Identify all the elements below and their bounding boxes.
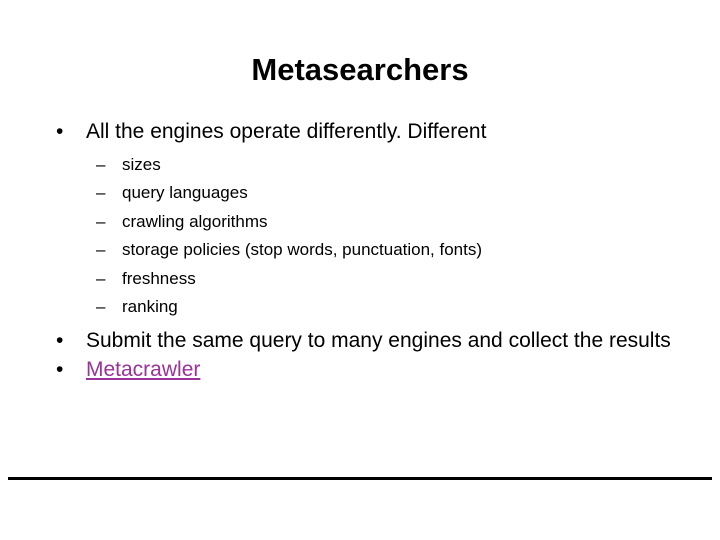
bullet-item: • Metacrawler xyxy=(0,356,720,385)
dash-icon: – xyxy=(96,211,106,231)
sub-bullet-text: freshness xyxy=(122,268,196,288)
sub-bullet-text: query languages xyxy=(122,183,248,203)
dash-icon: – xyxy=(96,183,106,203)
metacrawler-link[interactable]: Metacrawler xyxy=(86,358,200,381)
sub-bullet-text: ranking xyxy=(122,297,178,317)
sub-bullet-list: – sizes – query languages – crawling alg… xyxy=(0,151,720,323)
bullet-text: Metacrawler xyxy=(86,356,720,385)
sub-bullet-item: – ranking xyxy=(0,293,720,322)
sub-bullet-item: – storage policies (stop words, punctuat… xyxy=(0,236,720,265)
bullet-item: • All the engines operate differently. D… xyxy=(0,118,720,147)
sub-bullet-item: – crawling algorithms xyxy=(0,208,720,237)
sub-bullet-item: – freshness xyxy=(0,265,720,294)
bullet-dot-icon: • xyxy=(56,357,64,381)
sub-bullet-text: sizes xyxy=(122,154,161,174)
page-title: Metasearchers xyxy=(251,52,469,87)
dash-icon: – xyxy=(96,154,106,174)
slide-canvas: Metasearchers • All the engines operate … xyxy=(0,0,720,540)
bullet-dot-icon: • xyxy=(56,329,64,353)
dash-icon: – xyxy=(96,297,106,317)
bullet-text: All the engines operate differently. Dif… xyxy=(86,120,487,143)
dash-icon: – xyxy=(96,240,106,260)
dash-icon: – xyxy=(96,268,106,288)
sub-bullet-text: storage policies (stop words, punctuatio… xyxy=(122,240,483,260)
bullet-dot-icon: • xyxy=(56,120,64,143)
bullet-text: Submit the same query to many engines an… xyxy=(86,329,671,353)
slide-body: • All the engines operate differently. D… xyxy=(0,118,720,384)
sub-bullet-item: – query languages xyxy=(0,179,720,208)
bullet-item: • Submit the same query to many engines … xyxy=(0,327,720,356)
sub-bullet-item: – sizes xyxy=(0,151,720,180)
horizontal-divider xyxy=(8,477,712,480)
sub-bullet-text: crawling algorithms xyxy=(122,211,268,231)
